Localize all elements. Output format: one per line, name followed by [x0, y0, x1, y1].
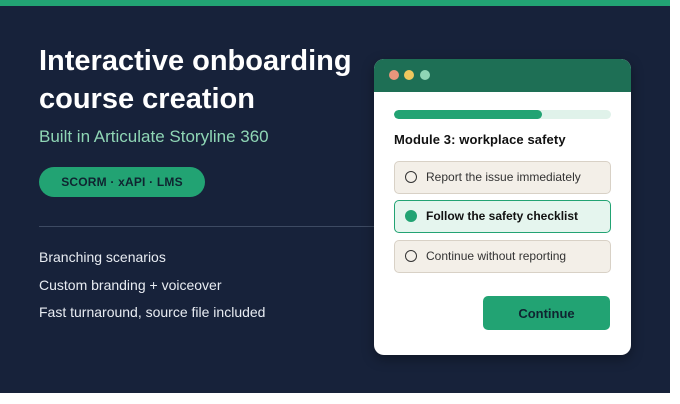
format-badge: SCORM · xAPI · LMS — [39, 167, 205, 197]
course-progress-bar — [394, 110, 611, 119]
course-progress-fill — [394, 110, 542, 119]
course-preview-card: Module 3: workplace safety Report the is… — [374, 59, 631, 355]
radio-unselected-icon — [405, 250, 417, 262]
radio-selected-icon — [405, 210, 417, 222]
window-close-dot-icon — [389, 70, 399, 80]
card-window-header — [374, 59, 631, 92]
feature-list: Branching scenarios Custom branding + vo… — [39, 244, 265, 327]
answer-option-checklist[interactable]: Follow the safety checklist — [394, 200, 611, 233]
radio-unselected-icon — [405, 171, 417, 183]
divider — [39, 226, 379, 227]
answer-option-continue[interactable]: Continue without reporting — [394, 240, 611, 273]
window-minimize-dot-icon — [404, 70, 414, 80]
continue-button[interactable]: Continue — [483, 296, 610, 330]
feature-item: Custom branding + voiceover — [39, 276, 222, 293]
feature-item: Branching scenarios — [39, 249, 166, 265]
answer-option-label: Report the issue immediately — [426, 170, 581, 184]
answer-option-report[interactable]: Report the issue immediately — [394, 161, 611, 194]
answer-option-label: Follow the safety checklist — [426, 209, 579, 223]
promo-banner: Interactive onboarding course creation B… — [0, 0, 670, 393]
answer-option-label: Continue without reporting — [426, 249, 567, 263]
page-title: Interactive onboarding course creation — [39, 45, 352, 115]
window-maximize-dot-icon — [420, 70, 430, 80]
subtitle: Built in Articulate Storyline 360 — [39, 127, 269, 146]
module-title: Module 3: workplace safety — [394, 132, 566, 147]
accent-top-bar — [0, 0, 670, 6]
feature-item: Fast turnaround, source file included — [39, 304, 266, 320]
